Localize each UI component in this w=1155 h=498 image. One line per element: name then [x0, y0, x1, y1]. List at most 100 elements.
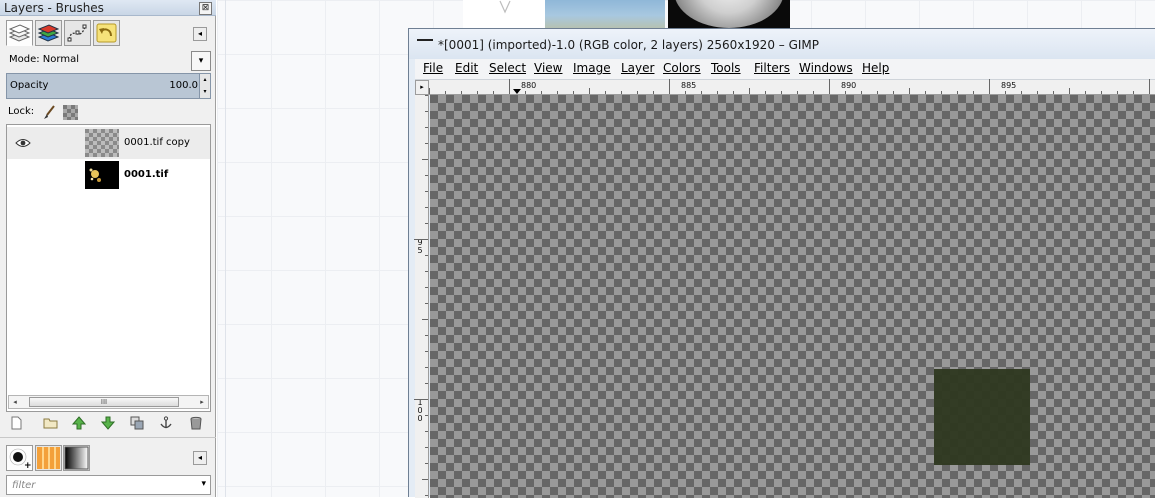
- tab-gradients[interactable]: [63, 445, 90, 471]
- ruler-tick: [893, 91, 894, 94]
- anchor-layer-icon: [160, 416, 172, 429]
- ruler-tick: [425, 287, 428, 288]
- ruler-tick: [909, 88, 910, 94]
- ruler-tick: [733, 91, 734, 94]
- new-layer-button[interactable]: [8, 416, 24, 432]
- scroll-right-icon[interactable]: ▸: [196, 396, 208, 408]
- layer-row-1[interactable]: 0001.tif: [7, 159, 210, 191]
- menu-help[interactable]: Help: [862, 61, 889, 75]
- layers-horizontal-scrollbar[interactable]: ◂ III ▸: [8, 395, 209, 409]
- moon-image: [674, 0, 784, 28]
- ruler-tick: [589, 88, 590, 94]
- ruler-tick: [477, 91, 478, 94]
- new-layer-group-icon: [43, 418, 57, 429]
- layer-thumbnail[interactable]: [85, 161, 119, 189]
- tab-layers[interactable]: [6, 20, 33, 46]
- tab-channels[interactable]: [35, 20, 62, 46]
- paintbrush-icon: [44, 105, 55, 119]
- ruler-tick: [425, 351, 428, 352]
- tab-paths[interactable]: [64, 20, 91, 46]
- ruler-tick: [425, 415, 428, 416]
- anchor-layer-button[interactable]: [158, 416, 174, 432]
- ruler-tick: [414, 239, 428, 240]
- configure-tab-menu-button[interactable]: ◂: [193, 27, 207, 41]
- layer-row-0[interactable]: 0001.tif copy: [7, 127, 210, 159]
- layers-list[interactable]: 0001.tif copy 0001.tif: [6, 124, 211, 412]
- ruler-tick: [877, 91, 878, 94]
- raise-layer-button[interactable]: [71, 416, 87, 432]
- image-canvas[interactable]: [430, 95, 1155, 498]
- menu-file[interactable]: File: [423, 61, 443, 75]
- opacity-label: Opacity: [10, 80, 49, 91]
- patterns-icon: [37, 447, 60, 469]
- tab-patterns[interactable]: [35, 445, 62, 471]
- dock-separator: [0, 437, 216, 438]
- window-menu-icon[interactable]: [417, 37, 433, 51]
- visibility-eye-icon[interactable]: [15, 138, 31, 151]
- opacity-slider[interactable]: Opacity 100.0 ▴ ▾: [6, 73, 211, 99]
- lock-alpha-icon[interactable]: [63, 105, 78, 120]
- menu-layer[interactable]: Layer: [621, 61, 654, 75]
- menu-windows[interactable]: Windows: [799, 61, 853, 75]
- ruler-tick: [653, 91, 654, 94]
- image-window-title: *[0001] (imported)-1.0 (RGB color, 2 lay…: [438, 38, 820, 52]
- menu-colors[interactable]: Colors: [663, 61, 701, 75]
- vertical-ruler[interactable]: 95 100: [414, 95, 429, 498]
- horizontal-ruler[interactable]: 880 885 890 895: [429, 79, 1155, 95]
- configure-brushes-tab-menu-button[interactable]: ◂: [193, 451, 207, 465]
- ruler-tick: [1117, 91, 1118, 94]
- scrollbar-thumb[interactable]: III: [29, 397, 179, 407]
- menu-filters[interactable]: Filters: [754, 61, 790, 75]
- new-layer-group-button[interactable]: [42, 416, 58, 432]
- opacity-spin-buttons[interactable]: ▴ ▾: [199, 74, 210, 98]
- ruler-tick: [1021, 91, 1022, 94]
- ruler-corner-menu-button[interactable]: ▸: [415, 80, 429, 95]
- menu-view[interactable]: View: [534, 61, 562, 75]
- ruler-tick: [425, 223, 428, 224]
- opacity-value: 100.0: [169, 80, 198, 91]
- ruler-tick: [425, 383, 428, 384]
- menu-image[interactable]: Image: [573, 61, 611, 75]
- layer-name[interactable]: 0001.tif: [124, 169, 168, 180]
- undo-history-icon: [96, 23, 117, 43]
- ruler-tick: [422, 319, 428, 320]
- filter-dropdown-icon[interactable]: ▾: [201, 479, 206, 489]
- ruler-tick: [1085, 91, 1086, 94]
- lower-layer-button[interactable]: [100, 416, 116, 432]
- layer-thumbnail[interactable]: [85, 129, 119, 157]
- ruler-tick: [425, 111, 428, 112]
- lock-pixels-toggle[interactable]: [42, 105, 56, 123]
- layer-name[interactable]: 0001.tif copy: [124, 137, 190, 148]
- ruler-tick: [1069, 88, 1070, 94]
- menu-edit[interactable]: Edit: [455, 61, 478, 75]
- ruler-tick: [425, 271, 428, 272]
- tab-undo-history[interactable]: [93, 20, 120, 46]
- ruler-tick: [414, 399, 428, 400]
- ruler-tick: [1037, 91, 1038, 94]
- delete-layer-icon: [190, 416, 202, 430]
- ruler-tick: [525, 91, 526, 94]
- menu-tools[interactable]: Tools: [711, 61, 741, 75]
- delete-layer-button[interactable]: [188, 416, 204, 432]
- ruler-tick: [425, 463, 428, 464]
- brush-filter-combo[interactable]: filter ▾: [6, 475, 211, 495]
- scroll-left-icon[interactable]: ◂: [9, 396, 21, 408]
- ruler-tick: [925, 91, 926, 94]
- ruler-tick: [1005, 91, 1006, 94]
- menu-select[interactable]: Select: [489, 61, 526, 75]
- ruler-tick: [989, 79, 990, 94]
- ruler-tick: [541, 91, 542, 94]
- tab-brushes[interactable]: +: [6, 445, 33, 471]
- mode-selector[interactable]: Mode: Normal ▾: [6, 51, 211, 71]
- ruler-tick: [1053, 91, 1054, 94]
- ruler-tick: [781, 91, 782, 94]
- mode-dropdown-icon[interactable]: ▾: [191, 51, 211, 71]
- ruler-tick: [1101, 91, 1102, 94]
- ruler-tick: [425, 127, 428, 128]
- image-window-titlebar[interactable]: *[0001] (imported)-1.0 (RGB color, 2 lay…: [409, 29, 1155, 59]
- dock-close-icon[interactable]: ⊠: [199, 2, 212, 15]
- canvas-dark-patch: [934, 369, 1030, 465]
- dock-title-bar: Layers - Brushes ⊠: [0, 0, 216, 16]
- duplicate-layer-button[interactable]: [129, 416, 145, 432]
- ruler-tick: [813, 91, 814, 94]
